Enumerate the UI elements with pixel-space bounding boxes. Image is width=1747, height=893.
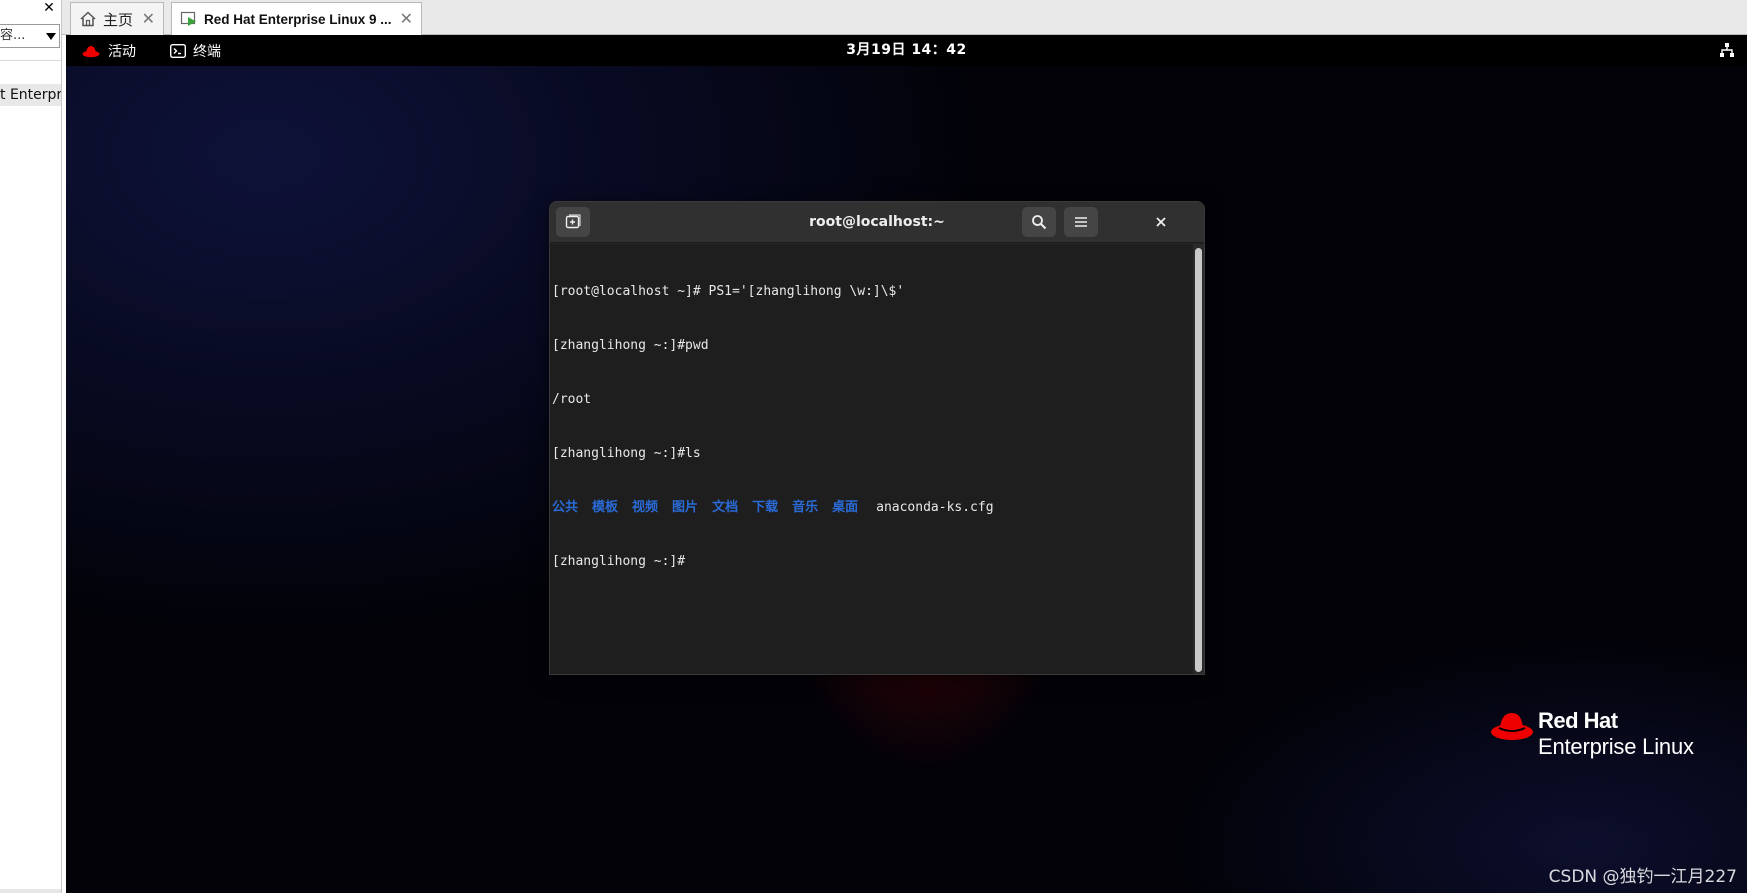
clock[interactable]: 3月19日 14：42 xyxy=(66,35,1747,66)
search-button[interactable] xyxy=(1022,207,1056,237)
terminal-prompt-line: [zhanglihong ~:]# xyxy=(552,554,686,569)
close-icon xyxy=(1156,217,1166,227)
ls-file-entry: anaconda-ks.cfg xyxy=(876,500,994,515)
new-tab-button[interactable] xyxy=(556,207,590,237)
tab-label: 主页 xyxy=(103,11,134,29)
divider xyxy=(0,60,61,61)
brand-line-2: Enterprise Linux xyxy=(1538,734,1694,759)
ls-dir-entry: 音乐 xyxy=(792,500,819,515)
hamburger-menu-icon xyxy=(1075,217,1087,227)
search-icon xyxy=(1032,215,1047,230)
terminal-output[interactable]: [root@localhost ~]# PS1='[zhanglihong \w… xyxy=(550,244,1195,674)
redhat-hat-icon xyxy=(1491,713,1533,740)
gnome-top-bar: 3月19日 14：42 活动 终端 xyxy=(66,35,1747,66)
terminal-title: root@localhost:~ xyxy=(809,214,945,230)
terminal-line: [zhanglihong ~:]#pwd xyxy=(552,338,709,353)
ls-dir-entry: 下载 xyxy=(752,500,779,515)
chevron-down-icon[interactable] xyxy=(46,33,56,40)
app-menu-label: 终端 xyxy=(193,43,221,60)
terminal-header-bar[interactable]: root@localhost:~ xyxy=(550,202,1204,243)
scrollbar-thumb[interactable] xyxy=(1195,248,1202,672)
terminal-icon xyxy=(170,43,186,58)
close-icon[interactable]: ✕ xyxy=(400,9,413,29)
activities-label: 活动 xyxy=(108,43,136,60)
watermark-text: CSDN @独钓一江月227 xyxy=(1548,867,1737,887)
close-window-button[interactable] xyxy=(1146,207,1176,237)
library-search-input[interactable]: 容... xyxy=(0,24,60,48)
new-tab-icon xyxy=(565,214,581,229)
terminal-window[interactable]: root@localhost:~ [root@localhost ~]# PS1… xyxy=(549,201,1205,675)
vm-running-icon xyxy=(180,11,196,26)
redhat-hat-icon xyxy=(82,45,100,57)
library-panel: ✕ 容... t Enterpri xyxy=(0,0,62,893)
terminal-line: /root xyxy=(552,392,592,407)
home-icon xyxy=(80,11,96,27)
vm-display[interactable]: 3月19日 14：42 活动 终端 root@localhost:~ [root… xyxy=(66,35,1747,893)
ls-dir-entry: 桌面 xyxy=(832,500,859,515)
ls-dir-entry: 模板 xyxy=(592,500,619,515)
ls-dir-entry: 公共 xyxy=(552,500,579,515)
panel-footer xyxy=(0,889,61,893)
terminal-line: [root@localhost ~]# PS1='[zhanglihong \w… xyxy=(552,284,905,299)
network-icon[interactable] xyxy=(1719,42,1735,58)
tab-label: Red Hat Enterprise Linux 9 ... xyxy=(204,11,392,27)
app-menu-terminal[interactable]: 终端 xyxy=(170,35,221,66)
tab-rhel-vm[interactable]: Red Hat Enterprise Linux 9 ... ✕ xyxy=(171,2,422,35)
library-item-label: t Enterpri xyxy=(0,87,62,103)
close-icon[interactable]: ✕ xyxy=(142,9,155,29)
terminal-scrollbar[interactable] xyxy=(1193,244,1204,674)
terminal-line: [zhanglihong ~:]#ls xyxy=(552,446,701,461)
brand-line-1: Red Hat xyxy=(1538,708,1618,733)
close-library-icon[interactable]: ✕ xyxy=(42,0,56,16)
redhat-logo: Red Hat Enterprise Linux xyxy=(1490,708,1730,768)
ls-dir-entry: 文档 xyxy=(712,500,739,515)
tab-home[interactable]: 主页 ✕ xyxy=(70,2,164,35)
ls-output-line: 公共 模板 视频 图片 文档 下载 音乐 桌面 anaconda-ks.cfg xyxy=(552,499,1193,517)
ls-dir-entry: 图片 xyxy=(672,500,699,515)
menu-button[interactable] xyxy=(1064,207,1098,237)
ls-dir-entry: 视频 xyxy=(632,500,659,515)
library-item-rhel[interactable]: t Enterpri xyxy=(0,84,62,106)
activities-button[interactable]: 活动 xyxy=(82,35,136,66)
library-search-text: 容... xyxy=(0,28,26,43)
tab-strip: 主页 ✕ Red Hat Enterprise Linux 9 ... ✕ xyxy=(62,0,1747,35)
